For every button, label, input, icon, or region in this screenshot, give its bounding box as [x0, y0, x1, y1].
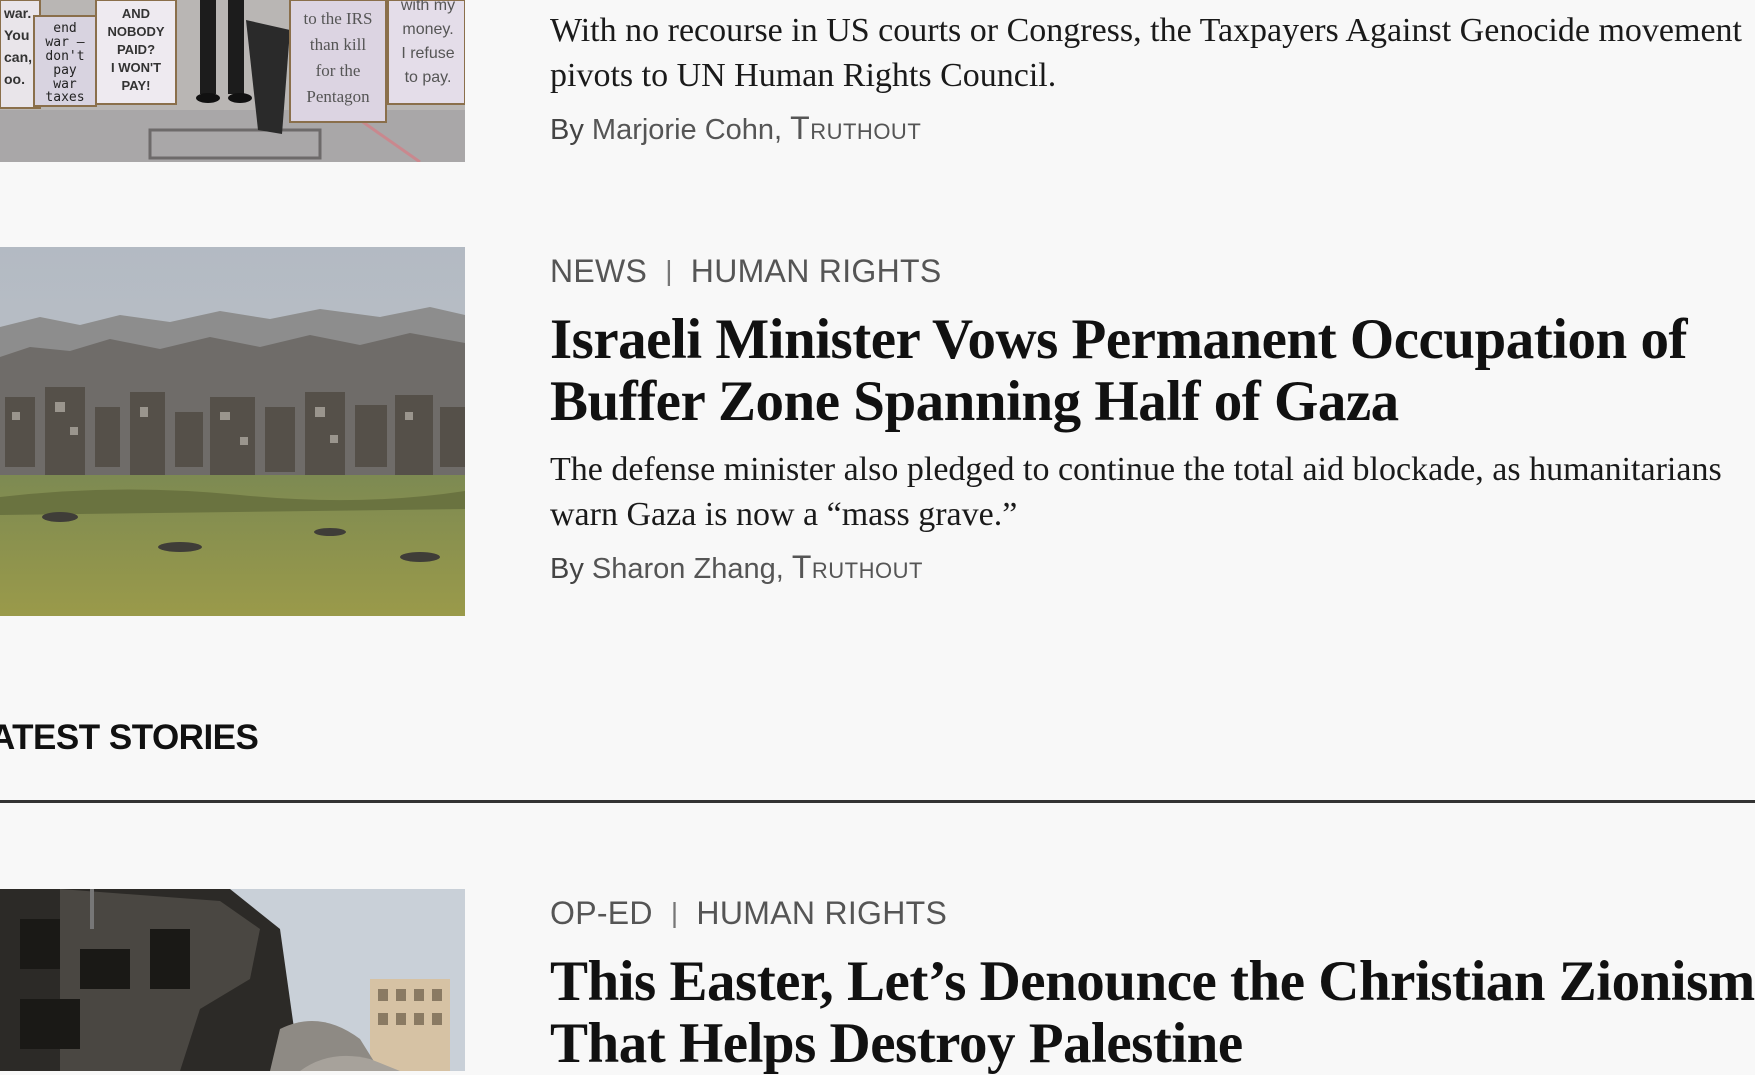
- headline-line: Israeli Minister Vows Permanent Occupati…: [550, 308, 1687, 371]
- dek-line: warn Gaza is now a “mass grave.”: [550, 496, 1018, 533]
- article-thumbnail[interactable]: war. You can, oo. end war – don't pay wa…: [0, 0, 465, 162]
- dek-line: The defense minister also pledged to con…: [550, 451, 1722, 488]
- sign-text: don't: [45, 49, 84, 64]
- article-headline-link[interactable]: Israeli Minister Vows Permanent Occupati…: [550, 309, 1755, 433]
- author-link[interactable]: Marjorie Cohn: [592, 114, 774, 146]
- category-link[interactable]: OP-ED: [550, 895, 653, 931]
- byline-prefix: By: [550, 114, 584, 146]
- sign-text: oo.: [4, 71, 25, 87]
- sign-text: taxes: [45, 90, 84, 105]
- publication-name: Truthout: [790, 110, 922, 146]
- protest-signs-image: war. You can, oo. end war – don't pay wa…: [0, 0, 465, 162]
- publication-name: Truthout: [791, 549, 923, 585]
- section-heading: ATEST STORIES: [0, 718, 259, 757]
- article-thumbnail[interactable]: [0, 247, 465, 616]
- gaza-ruins-image: [0, 247, 465, 616]
- sign-text: than kill: [310, 35, 366, 54]
- article-thumbnail[interactable]: [0, 889, 465, 1071]
- article-dek: The defense minister also pledged to con…: [550, 447, 1755, 537]
- headline-line: Buffer Zone Spanning Half of Gaza: [550, 370, 1399, 433]
- byline-prefix: By: [550, 553, 584, 585]
- article-kicker: OP-ED | HUMAN RIGHTS: [550, 893, 1755, 933]
- article-headline-link[interactable]: This Easter, Let’s Denounce the Christia…: [550, 951, 1755, 1075]
- sign-text: end: [53, 21, 76, 36]
- section-divider: [0, 800, 1755, 803]
- sign-text: Pentagon: [306, 87, 370, 106]
- sign-text: war –: [45, 35, 84, 50]
- sign-text: to the IRS: [304, 9, 373, 28]
- sign-text: for the: [316, 61, 361, 80]
- headline-line: That Helps Destroy Palestine: [550, 1012, 1243, 1075]
- tag-link[interactable]: HUMAN RIGHTS: [691, 253, 942, 289]
- sign-text: to pay.: [405, 69, 452, 86]
- tag-link[interactable]: HUMAN RIGHTS: [696, 895, 947, 931]
- sign-text: I WON'T: [111, 60, 161, 75]
- article-dek: With no recourse in US courts or Congres…: [550, 8, 1755, 98]
- article-byline: By Sharon Zhang, Truthout: [550, 549, 923, 585]
- sign-text: can,: [4, 49, 32, 65]
- sign-text: war.: [3, 5, 31, 21]
- kicker-separator: |: [670, 897, 679, 928]
- article-kicker: NEWS | HUMAN RIGHTS: [550, 251, 1755, 291]
- article-byline: By Marjorie Cohn, Truthout: [550, 110, 922, 146]
- headline-line: This Easter, Let’s Denounce the Christia…: [550, 950, 1755, 1013]
- kicker-separator: |: [665, 255, 673, 286]
- sign-text: PAID?: [117, 42, 155, 57]
- sign-text: PAY!: [122, 78, 151, 93]
- sign-text: AND: [122, 6, 150, 21]
- category-link[interactable]: NEWS: [550, 253, 647, 289]
- destroyed-building-image: [0, 889, 465, 1071]
- sign-text: with my: [400, 0, 455, 14]
- sign-text: I refuse: [401, 45, 454, 62]
- dek-line: pivots to UN Human Rights Council.: [550, 57, 1057, 94]
- dek-line: With no recourse in US courts or Congres…: [550, 12, 1742, 49]
- sign-text: money.: [402, 21, 453, 38]
- sign-text: NOBODY: [107, 24, 164, 39]
- author-link[interactable]: Sharon Zhang: [592, 553, 776, 585]
- sign-text: You: [4, 27, 29, 43]
- sign-text: pay: [53, 63, 77, 78]
